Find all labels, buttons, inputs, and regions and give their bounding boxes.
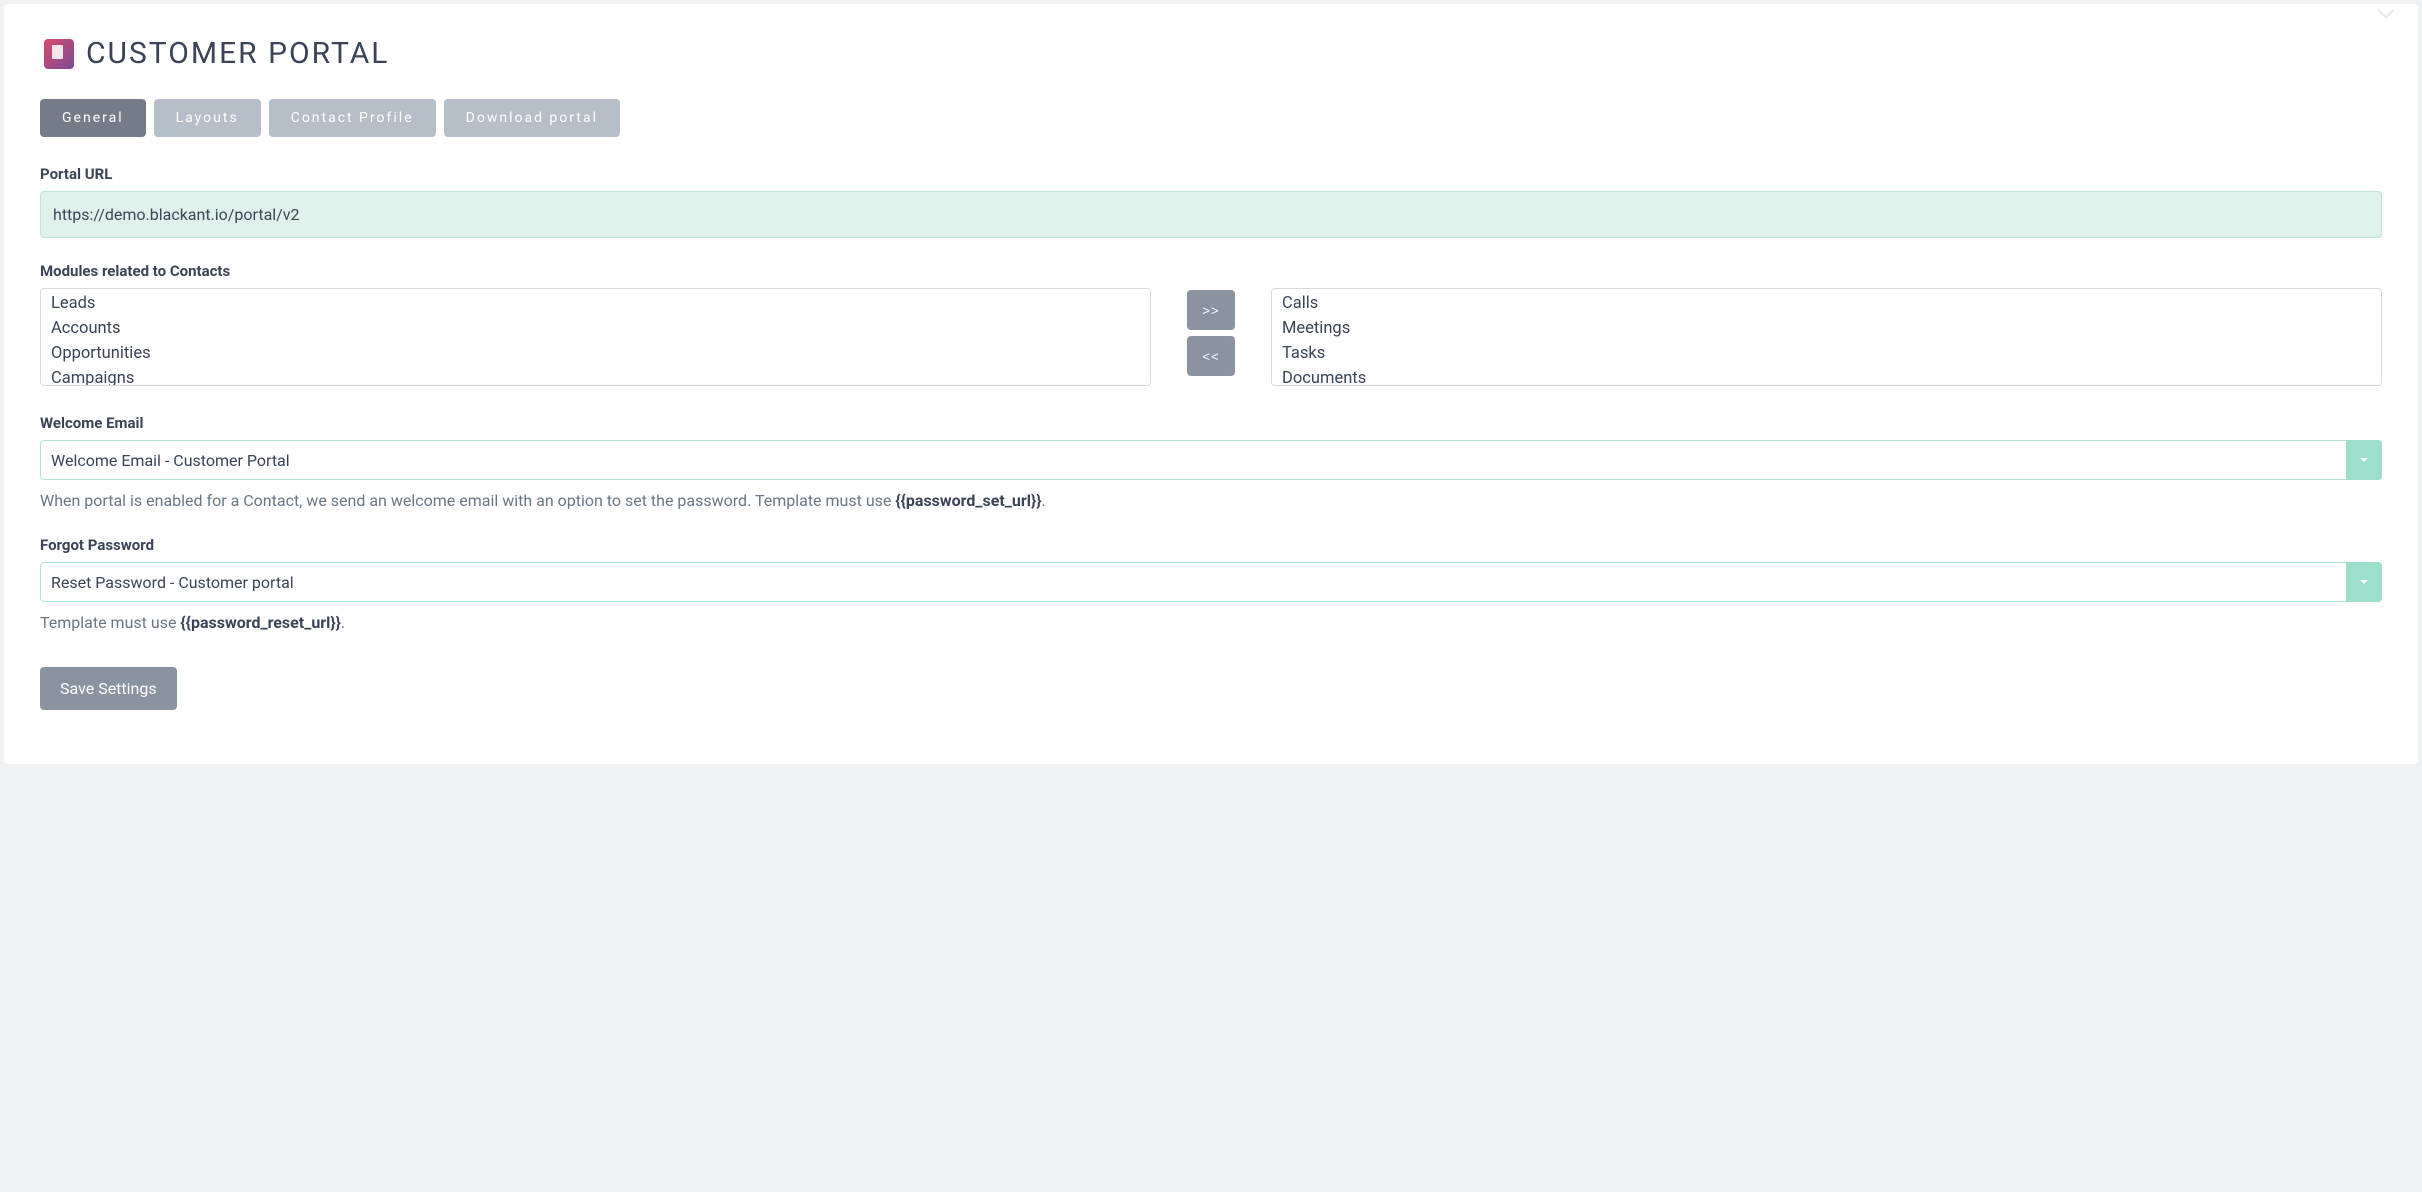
- tabs: General Layouts Contact Profile Download…: [40, 99, 2382, 137]
- move-left-button[interactable]: <<: [1187, 336, 1235, 376]
- portal-url-value: https://demo.blackant.io/portal/v2: [40, 191, 2382, 238]
- forgot-password-label: Forgot Password: [40, 536, 2382, 554]
- help-text-token: {{password_set_url}}: [895, 491, 1041, 510]
- welcome-email-group: Welcome Email Welcome Email - Customer P…: [40, 414, 2382, 512]
- list-item[interactable]: Accounts: [41, 316, 1150, 341]
- move-right-button[interactable]: >>: [1187, 290, 1235, 330]
- mover-buttons: >> <<: [1187, 288, 1235, 376]
- modules-row: Leads Accounts Opportunities Campaigns >…: [40, 288, 2382, 386]
- help-text-prefix: When portal is enabled for a Contact, we…: [40, 491, 895, 510]
- list-item[interactable]: Opportunities: [41, 341, 1150, 366]
- portal-icon: [44, 39, 74, 69]
- help-text-token: {{password_reset_url}}: [180, 613, 341, 632]
- tab-layouts[interactable]: Layouts: [154, 99, 261, 137]
- list-item[interactable]: Leads: [41, 291, 1150, 316]
- list-item[interactable]: Tasks: [1272, 341, 2381, 366]
- page-title: CUSTOMER PORTAL: [86, 36, 389, 71]
- portal-url-label: Portal URL: [40, 165, 2382, 183]
- save-settings-button[interactable]: Save Settings: [40, 667, 177, 710]
- tab-contact-profile[interactable]: Contact Profile: [269, 99, 436, 137]
- tab-download-portal[interactable]: Download portal: [444, 99, 620, 137]
- available-modules-wrap: Leads Accounts Opportunities Campaigns: [40, 288, 1151, 386]
- tab-general[interactable]: General: [40, 99, 146, 137]
- forgot-password-help: Template must use {{password_reset_url}}…: [40, 612, 2382, 634]
- list-item[interactable]: Meetings: [1272, 316, 2381, 341]
- list-item[interactable]: Campaigns: [41, 366, 1150, 386]
- page-container: CUSTOMER PORTAL General Layouts Contact …: [4, 4, 2418, 764]
- welcome-email-select-wrap: Welcome Email - Customer Portal: [40, 440, 2382, 480]
- welcome-email-help: When portal is enabled for a Contact, we…: [40, 490, 2382, 512]
- selected-modules-wrap: Calls Meetings Tasks Documents: [1271, 288, 2382, 386]
- page-header: CUSTOMER PORTAL: [44, 36, 2382, 71]
- forgot-password-group: Forgot Password Reset Password - Custome…: [40, 536, 2382, 634]
- welcome-email-select[interactable]: Welcome Email - Customer Portal: [40, 440, 2382, 480]
- list-item[interactable]: Documents: [1272, 366, 2381, 386]
- collapse-caret[interactable]: [2374, 4, 2398, 22]
- modules-label: Modules related to Contacts: [40, 262, 2382, 280]
- available-modules-listbox[interactable]: Leads Accounts Opportunities Campaigns: [40, 288, 1151, 386]
- list-item[interactable]: Calls: [1272, 291, 2381, 316]
- help-text-prefix: Template must use: [40, 613, 180, 632]
- welcome-email-label: Welcome Email: [40, 414, 2382, 432]
- chevron-down-icon: [2377, 7, 2395, 19]
- help-text-suffix: .: [1042, 491, 1046, 510]
- selected-modules-listbox[interactable]: Calls Meetings Tasks Documents: [1271, 288, 2382, 386]
- forgot-password-select[interactable]: Reset Password - Customer portal: [40, 562, 2382, 602]
- forgot-password-select-wrap: Reset Password - Customer portal: [40, 562, 2382, 602]
- help-text-suffix: .: [341, 613, 345, 632]
